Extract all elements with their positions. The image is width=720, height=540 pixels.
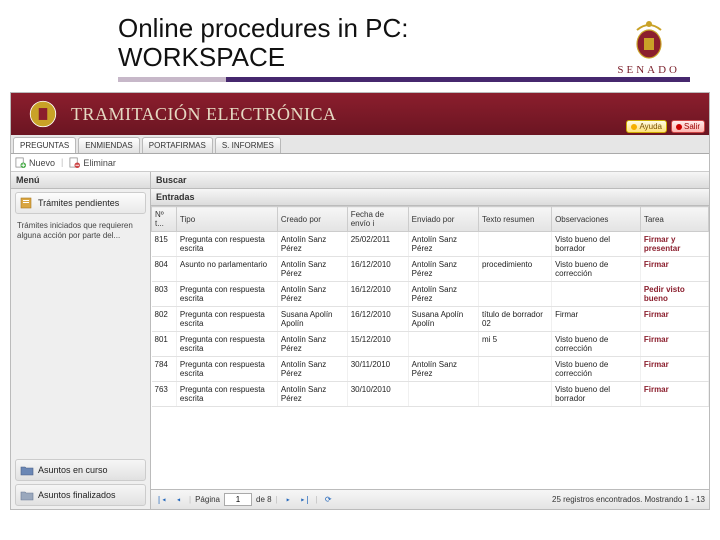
delete-button[interactable]: Eliminar bbox=[69, 157, 116, 168]
table-row[interactable]: 804Asunto no parlamentarioAntolín Sanz P… bbox=[152, 257, 709, 282]
table-row[interactable]: 763Pregunta con respuesta escritaAntolín… bbox=[152, 382, 709, 407]
col-num[interactable]: Nº t... bbox=[152, 207, 177, 232]
col-tipo[interactable]: Tipo bbox=[176, 207, 277, 232]
action-link[interactable]: Pedir visto bueno bbox=[640, 282, 708, 307]
toolbar: Nuevo | Eliminar bbox=[11, 154, 709, 172]
table-row[interactable]: 801Pregunta con respuesta escritaAntolín… bbox=[152, 332, 709, 357]
col-obs[interactable]: Observaciones bbox=[552, 207, 641, 232]
slide-title-line1: Online procedures in PC: bbox=[118, 13, 408, 43]
data-grid[interactable]: Nº t... Tipo Creado por Fecha de envío i… bbox=[151, 206, 709, 489]
app-title: TRAMITACIÓN ELECTRÓNICA bbox=[71, 104, 337, 125]
table-row[interactable]: 815Pregunta con respuesta escritaAntolín… bbox=[152, 232, 709, 257]
pager-next[interactable]: ▸ bbox=[282, 493, 295, 506]
action-link[interactable]: Firmar bbox=[640, 357, 708, 382]
sidebar-item-asuntos-finalizados[interactable]: Asuntos finalizados bbox=[15, 484, 146, 506]
help-button[interactable]: Ayuda bbox=[626, 120, 667, 133]
action-link[interactable]: Firmar bbox=[640, 257, 708, 282]
pager-first[interactable]: |◂ bbox=[155, 493, 168, 506]
exit-button[interactable]: Salir bbox=[671, 120, 705, 133]
senado-logo-text: SENADO bbox=[617, 64, 680, 76]
tab-strip: PREGUNTAS ENMIENDAS PORTAFIRMAS S. INFOR… bbox=[11, 135, 709, 154]
pager-page-input[interactable] bbox=[224, 493, 252, 506]
pending-icon bbox=[20, 196, 34, 210]
new-icon bbox=[15, 157, 26, 168]
pager-prev[interactable]: ◂ bbox=[172, 493, 185, 506]
main-panel: Buscar Entradas Nº t... Tipo Creado por … bbox=[151, 172, 709, 509]
pager-page-of: de 8 bbox=[256, 495, 272, 504]
action-link[interactable]: Firmar bbox=[640, 307, 708, 332]
tab-preguntas[interactable]: PREGUNTAS bbox=[13, 137, 76, 153]
tab-enmiendas[interactable]: ENMIENDAS bbox=[78, 137, 140, 153]
folder-closed-icon bbox=[20, 488, 34, 502]
senado-logo: SENADO bbox=[617, 16, 680, 76]
action-link[interactable]: Firmar bbox=[640, 332, 708, 357]
pager-refresh[interactable]: ⟳ bbox=[322, 493, 335, 506]
col-tarea[interactable]: Tarea bbox=[640, 207, 708, 232]
sidebar: Menú Trámites pendientes Trámites inicia… bbox=[11, 172, 151, 509]
crest-icon bbox=[629, 16, 669, 62]
col-texto[interactable]: Texto resumen bbox=[478, 207, 551, 232]
table-row[interactable]: 803Pregunta con respuesta escritaAntolín… bbox=[152, 282, 709, 307]
sidebar-item-tramites-pendientes[interactable]: Trámites pendientes bbox=[15, 192, 146, 214]
slide-title-line2: WORKSPACE bbox=[118, 42, 285, 72]
sidebar-head: Menú bbox=[11, 172, 150, 189]
sidebar-item-asuntos-curso[interactable]: Asuntos en curso bbox=[15, 459, 146, 481]
col-creado[interactable]: Creado por bbox=[277, 207, 347, 232]
app-window: TRAMITACIÓN ELECTRÓNICA Ayuda Salir PREG… bbox=[10, 92, 710, 510]
exit-icon bbox=[676, 124, 682, 130]
col-enviado[interactable]: Enviado por bbox=[408, 207, 478, 232]
pager-page-label: Página bbox=[195, 495, 220, 504]
tab-sinformes[interactable]: S. INFORMES bbox=[215, 137, 281, 153]
action-link[interactable]: Firmar bbox=[640, 382, 708, 407]
tab-portafirmas[interactable]: PORTAFIRMAS bbox=[142, 137, 213, 153]
action-link[interactable]: Firmar y presentar bbox=[640, 232, 708, 257]
help-icon bbox=[631, 124, 637, 130]
pager-status: 25 registros encontrados. Mostrando 1 - … bbox=[552, 495, 705, 504]
table-row[interactable]: 802Pregunta con respuesta escritaSusana … bbox=[152, 307, 709, 332]
divider-bar bbox=[118, 77, 690, 82]
sidebar-desc: Trámites iniciados que requieren alguna … bbox=[11, 217, 150, 244]
panel-entradas: Entradas bbox=[151, 189, 709, 206]
table-row[interactable]: 784Pregunta con respuesta escritaAntolín… bbox=[152, 357, 709, 382]
app-crest-icon bbox=[26, 97, 60, 131]
app-header: TRAMITACIÓN ELECTRÓNICA Ayuda Salir bbox=[11, 93, 709, 135]
folder-icon bbox=[20, 463, 34, 477]
panel-buscar[interactable]: Buscar bbox=[151, 172, 709, 189]
pager-last[interactable]: ▸| bbox=[299, 493, 312, 506]
table-header-row: Nº t... Tipo Creado por Fecha de envío i… bbox=[152, 207, 709, 232]
col-fecha[interactable]: Fecha de envío i bbox=[347, 207, 408, 232]
pager: |◂ ◂ | Página de 8 | ▸ ▸| | ⟳ 25 registr… bbox=[151, 489, 709, 509]
new-button[interactable]: Nuevo bbox=[15, 157, 55, 168]
slide-title: Online procedures in PC: WORKSPACE bbox=[118, 14, 700, 71]
delete-icon bbox=[69, 157, 80, 168]
